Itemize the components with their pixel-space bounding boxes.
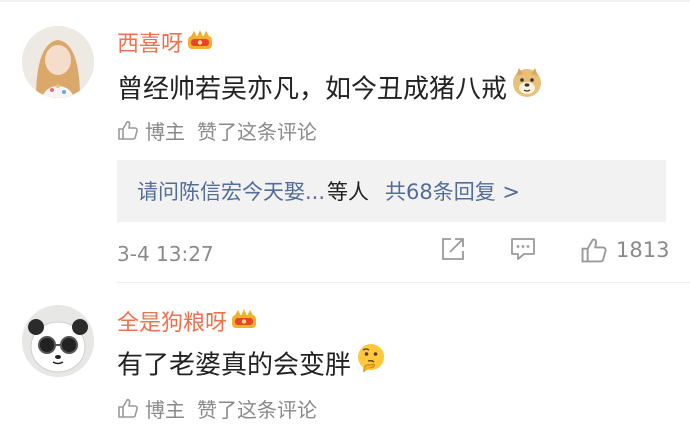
crown-badge-icon bbox=[187, 28, 213, 58]
author-like-row-1: 博主 赞了这条评论 bbox=[117, 116, 317, 144]
comment-divider bbox=[117, 282, 690, 283]
comment-text-2-content: 有了老婆真的会变胖 bbox=[117, 350, 352, 381]
author-tag[interactable]: 博主 bbox=[145, 394, 185, 423]
like-note: 赞了这条评论 bbox=[197, 397, 317, 422]
username-2-text[interactable]: 全是狗粮呀 bbox=[117, 311, 227, 336]
comment-button[interactable] bbox=[509, 236, 537, 262]
thumb-up-icon[interactable] bbox=[580, 236, 608, 264]
thinking-emoji-icon bbox=[355, 342, 387, 384]
username-1[interactable]: 西喜呀 bbox=[117, 30, 213, 60]
crown-badge-icon bbox=[231, 307, 257, 337]
reply-count-link[interactable]: 共68条回复 > bbox=[385, 176, 520, 206]
comment-icon[interactable] bbox=[509, 236, 537, 262]
avatar-user-2[interactable] bbox=[22, 305, 94, 377]
comment-timestamp: 3-4 13:27 bbox=[117, 242, 214, 266]
reply-preview-join: 等人 bbox=[327, 180, 370, 204]
comment-text-1: 曾经帅若吴亦凡，如今丑成猪八戒 bbox=[117, 66, 543, 111]
reply-preview-link[interactable]: 请问陈信宏今天娶... bbox=[137, 176, 325, 206]
thumb-up-icon[interactable] bbox=[117, 119, 139, 141]
author-tag[interactable]: 博主 bbox=[145, 116, 185, 145]
username-1-text[interactable]: 西喜呀 bbox=[117, 32, 183, 57]
username-2[interactable]: 全是狗粮呀 bbox=[117, 309, 257, 339]
reply-preview-box[interactable]: 请问陈信宏今天娶... 等人 共68条回复 > bbox=[117, 160, 666, 222]
like-count: 1813 bbox=[616, 238, 670, 262]
comment-text-1-content: 曾经帅若吴亦凡，如今丑成猪八戒 bbox=[117, 74, 508, 105]
author-like-row-2: 博主 赞了这条评论 bbox=[117, 394, 317, 422]
share-button[interactable] bbox=[440, 236, 466, 262]
doge-emoji-icon bbox=[511, 66, 543, 108]
share-icon[interactable] bbox=[440, 236, 466, 262]
like-button[interactable]: 1813 bbox=[580, 236, 669, 264]
comment-text-2: 有了老婆真的会变胖 bbox=[117, 342, 387, 387]
comment-feed: 西喜呀 曾经帅若吴亦凡，如今丑成猪八戒 博主 赞了这条评论 请问陈信宏今天娶..… bbox=[0, 0, 690, 434]
like-note: 赞了这条评论 bbox=[197, 119, 317, 144]
thumb-up-icon[interactable] bbox=[117, 397, 139, 419]
avatar-user-1[interactable] bbox=[22, 26, 94, 98]
top-divider bbox=[0, 0, 690, 2]
